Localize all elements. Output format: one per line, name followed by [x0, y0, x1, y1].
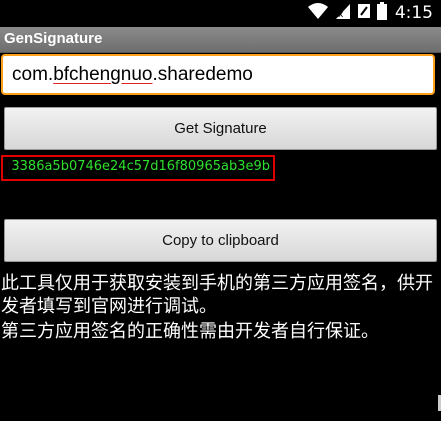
notification-icon [357, 3, 371, 23]
signal-icon: x [335, 2, 351, 24]
status-bar: x 4:15 [0, 0, 441, 26]
status-icons: x 4:15 [307, 2, 433, 24]
wifi-icon [307, 2, 329, 24]
svg-text:x: x [338, 10, 344, 20]
status-time: 4:15 [394, 3, 433, 23]
copy-to-clipboard-button[interactable]: Copy to clipboard [4, 219, 437, 262]
spellcheck-underlined-word: bfchengnuo [53, 64, 153, 85]
signature-value: 3386a5b0746e24c57d16f80965ab3e9b [11, 159, 270, 174]
info-text-usage: 此工具仅用于获取安装到手机的第三方应用签名，供开发者填写到官网进行调试。 [1, 273, 433, 317]
battery-icon [376, 2, 387, 24]
package-name-value: com.bfchengnuo.sharedemo [12, 64, 253, 85]
get-signature-button[interactable]: Get Signature [4, 107, 437, 150]
package-name-input[interactable]: com.bfchengnuo.sharedemo [1, 54, 435, 95]
signature-highlight-box: 3386a5b0746e24c57d16f80965ab3e9b [1, 155, 275, 181]
app-title-bar: GenSignature [0, 27, 441, 53]
app-title: GenSignature [4, 30, 103, 47]
info-text-disclaimer: 第三方应用签名的正确性需由开发者自行保证。 [1, 321, 379, 342]
